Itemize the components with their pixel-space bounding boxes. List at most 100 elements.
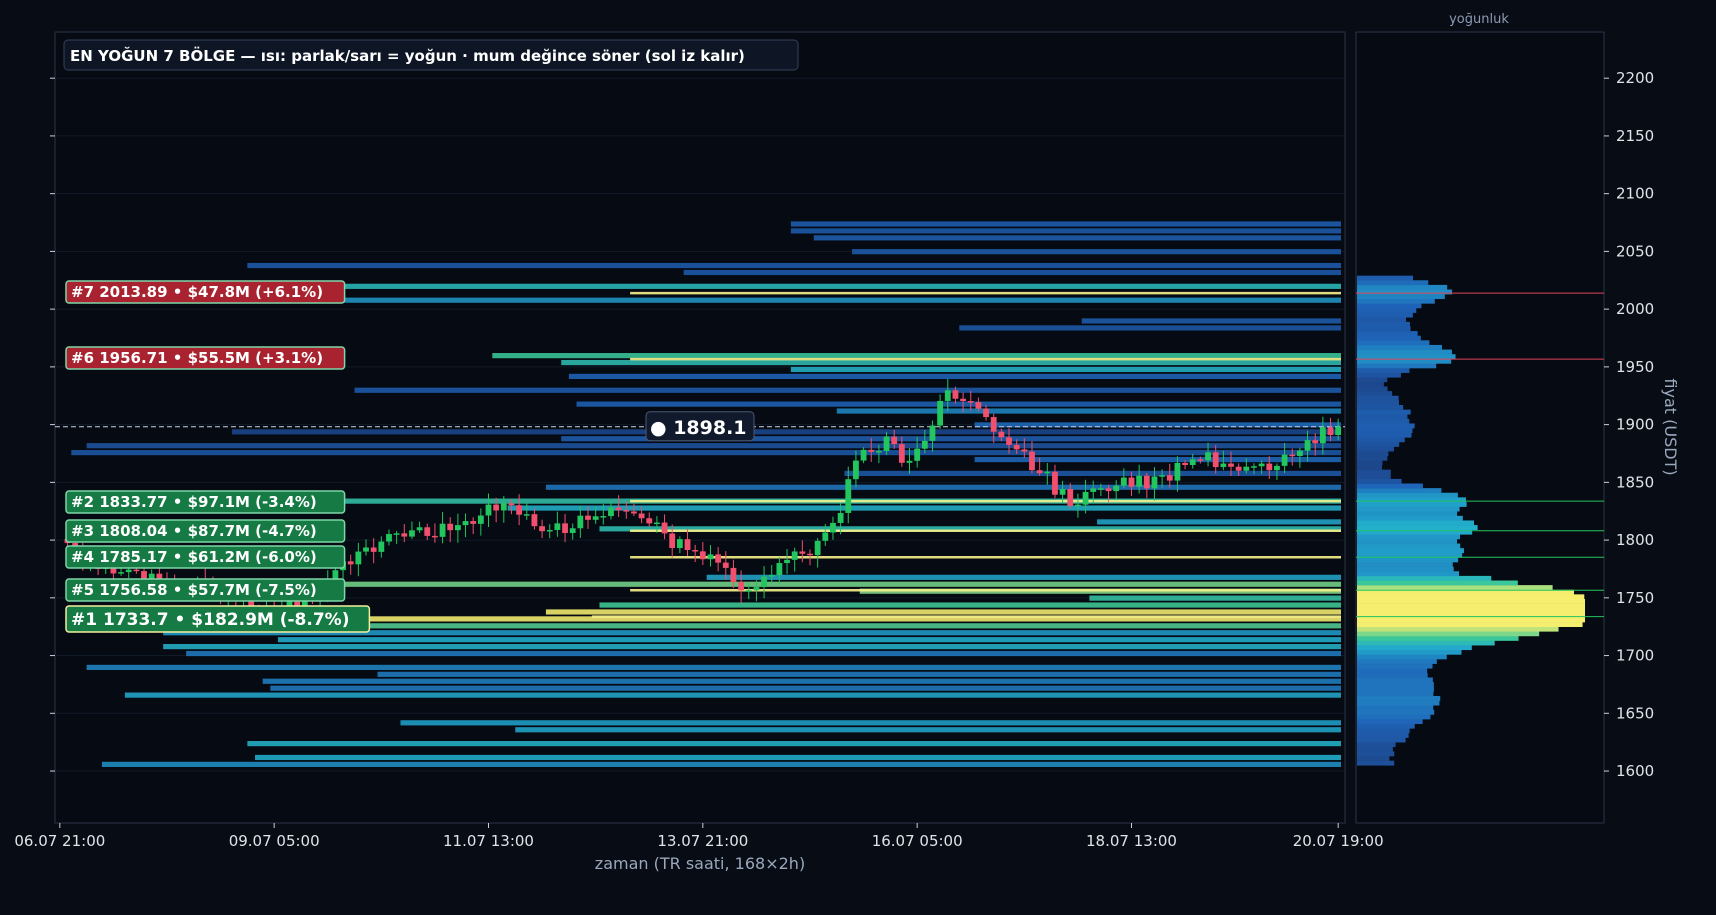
candle-body — [363, 547, 369, 552]
density-bar — [1357, 751, 1395, 757]
candle-body — [1212, 452, 1219, 468]
candle-body — [1319, 427, 1326, 444]
candle-body — [776, 563, 783, 576]
density-bar — [1357, 331, 1418, 336]
density-bar — [1357, 469, 1391, 475]
candle-body — [562, 523, 568, 533]
density-bar — [1357, 709, 1435, 715]
candle-body — [493, 504, 500, 511]
candle-body — [1128, 477, 1135, 487]
heat-band — [262, 623, 1341, 629]
heat-band — [561, 359, 1341, 366]
candle-body — [983, 408, 989, 418]
heat-band — [1089, 595, 1341, 601]
heat-band — [124, 692, 1342, 698]
heat-band — [790, 221, 1341, 227]
candle-body — [1075, 504, 1081, 507]
candle-body — [891, 436, 898, 445]
candle-body — [692, 549, 699, 552]
candle-body — [432, 535, 438, 538]
density-bar — [1357, 391, 1393, 397]
density-bar — [1357, 483, 1423, 489]
candle-body — [937, 400, 944, 426]
candle-body — [1197, 459, 1204, 461]
candle-body — [1166, 475, 1173, 481]
density-bar — [1357, 719, 1423, 724]
candle-body — [401, 533, 408, 537]
x-tick-label: 13.07 21:00 — [657, 832, 748, 850]
chart-title: EN YOĞUN 7 BÖLGE — ısı: parlak/sarı = yo… — [70, 46, 745, 65]
candle-body — [462, 521, 469, 526]
zone-label: #3 1808.04 • $87.7M (-4.7%) — [71, 522, 317, 540]
density-bar — [1357, 488, 1442, 494]
zone-label: #5 1756.58 • $57.7M (-7.5%) — [71, 581, 317, 599]
candle-body — [608, 507, 614, 517]
y-tick-label: 1750 — [1616, 589, 1654, 607]
candle-body — [1029, 451, 1035, 471]
heat-band — [277, 637, 1342, 643]
chart-title-box: EN YOĞUN 7 BÖLGE — ısı: parlak/sarı = yo… — [63, 39, 799, 71]
y-tick-label: 1900 — [1616, 416, 1654, 434]
y-tick-label: 2150 — [1616, 127, 1654, 145]
candle-body — [1289, 454, 1296, 457]
heat-band — [247, 262, 1342, 269]
density-bar — [1357, 622, 1583, 627]
y-tick-label: 1800 — [1616, 531, 1654, 549]
candle-body — [447, 523, 454, 531]
density-bar — [1357, 575, 1492, 581]
candle-body — [753, 587, 760, 591]
candle-body — [1105, 488, 1112, 492]
heat-band — [974, 422, 1341, 428]
density-bar — [1357, 631, 1540, 637]
candle-body — [684, 539, 691, 550]
heat-band — [163, 644, 1342, 650]
density-bar — [1357, 409, 1411, 415]
density-bar — [1357, 617, 1585, 623]
density-bar — [1357, 515, 1463, 521]
candle-body — [531, 514, 538, 527]
candle-body — [1113, 485, 1120, 492]
density-bar — [1357, 441, 1400, 447]
candle-body — [875, 450, 882, 453]
candle-body — [1235, 466, 1242, 471]
heat-band — [683, 269, 1341, 276]
heat-band — [790, 228, 1341, 234]
density-bar — [1357, 695, 1441, 701]
density-bar — [1357, 682, 1434, 688]
density-bar — [1357, 372, 1401, 378]
candle-body — [768, 575, 775, 577]
candle-body — [370, 547, 377, 552]
density-bar — [1357, 548, 1464, 554]
heat-band — [1097, 519, 1341, 525]
candle-body — [1036, 470, 1043, 474]
density-bar — [1357, 400, 1399, 406]
candle-body — [1067, 489, 1074, 506]
candle-body — [1189, 459, 1196, 465]
density-bar — [1357, 603, 1585, 609]
density-bar — [1357, 432, 1412, 438]
candle-body — [1052, 471, 1058, 495]
density-bar — [1357, 520, 1475, 526]
candle-body — [1281, 454, 1288, 466]
y-tick-label: 1650 — [1616, 704, 1654, 722]
zone-label: #2 1833.77 • $97.1M (-3.4%) — [71, 493, 317, 511]
candle-body — [1182, 462, 1188, 465]
density-bar — [1357, 742, 1396, 748]
density-bar — [1357, 335, 1421, 341]
density-bar — [1357, 580, 1518, 586]
density-bar — [1357, 307, 1417, 313]
density-bar — [1357, 478, 1402, 484]
x-tick-label: 18.07 13:00 — [1086, 832, 1177, 850]
density-bar — [1357, 437, 1405, 443]
candle-body — [845, 479, 852, 513]
density-bar — [1357, 686, 1434, 692]
density-bar — [1357, 381, 1384, 387]
candle-body — [393, 533, 400, 535]
candle-body — [1143, 475, 1150, 489]
y-tick-label: 1600 — [1616, 762, 1654, 780]
candle-body — [1243, 466, 1250, 471]
density-bar — [1357, 349, 1452, 355]
candle-body — [646, 518, 653, 524]
density-bar — [1357, 395, 1399, 401]
density-bar — [1357, 451, 1389, 457]
